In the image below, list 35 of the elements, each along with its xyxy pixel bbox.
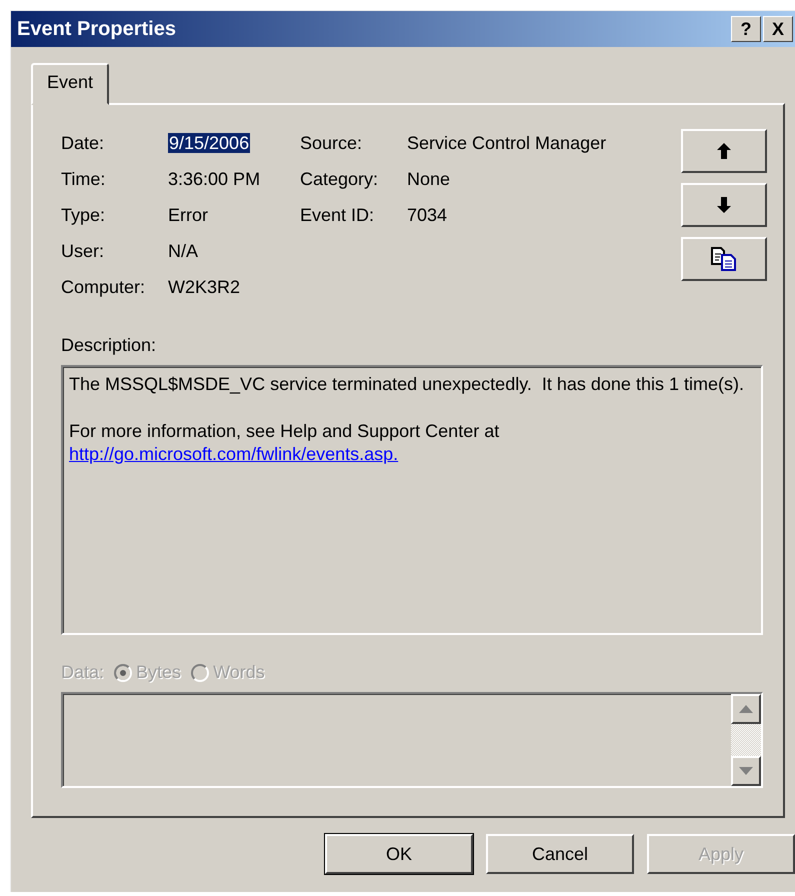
description-text: For more information, see Help and Support Center at (69, 420, 500, 443)
field-label: Computer: (61, 276, 146, 299)
close-button[interactable]: X (763, 16, 793, 42)
field-label: User: (61, 240, 106, 263)
field-value: None (407, 168, 452, 191)
scrollbar[interactable] (731, 694, 761, 786)
help-link[interactable]: http://go.microsoft.com/fwlink/events.asp. (69, 444, 398, 464)
field-value: W2K3R2 (168, 277, 240, 297)
field-label: Category: (300, 168, 380, 191)
field-value: N/A (168, 241, 198, 261)
copy-button[interactable] (681, 237, 767, 281)
arrow-up-icon (717, 143, 731, 159)
field-value: Service Control Manager (407, 132, 608, 155)
field-value: Error (168, 205, 208, 225)
copy-icon (711, 247, 737, 271)
field-label: Event ID: (300, 204, 376, 227)
window-title: Event Properties (17, 17, 177, 42)
arrow-down-icon (717, 197, 731, 213)
arrow-down-icon (739, 767, 753, 775)
field-label: Source: (300, 132, 364, 155)
next-button[interactable] (681, 183, 767, 227)
field-label: Time: (61, 168, 106, 191)
field-value: 7034 (407, 204, 448, 227)
arrow-up-icon (739, 705, 753, 713)
previous-button[interactable] (681, 129, 767, 173)
field-value: 9/15/2006 (168, 133, 250, 153)
field-label: Type: (61, 204, 106, 227)
field-label: Date: (61, 132, 106, 155)
help-button[interactable]: ? (731, 16, 761, 42)
ok-button[interactable]: OK (325, 834, 473, 874)
tab[interactable]: Event (31, 63, 110, 105)
cancel-button[interactable]: Cancel (486, 834, 634, 874)
description-label: Description: (61, 334, 158, 357)
description-text: The MSSQL$MSDE_VC service terminated unexpectedly. It has done this 1 time(s). (69, 373, 745, 396)
field-value: 3:36:00 PM (168, 169, 260, 189)
